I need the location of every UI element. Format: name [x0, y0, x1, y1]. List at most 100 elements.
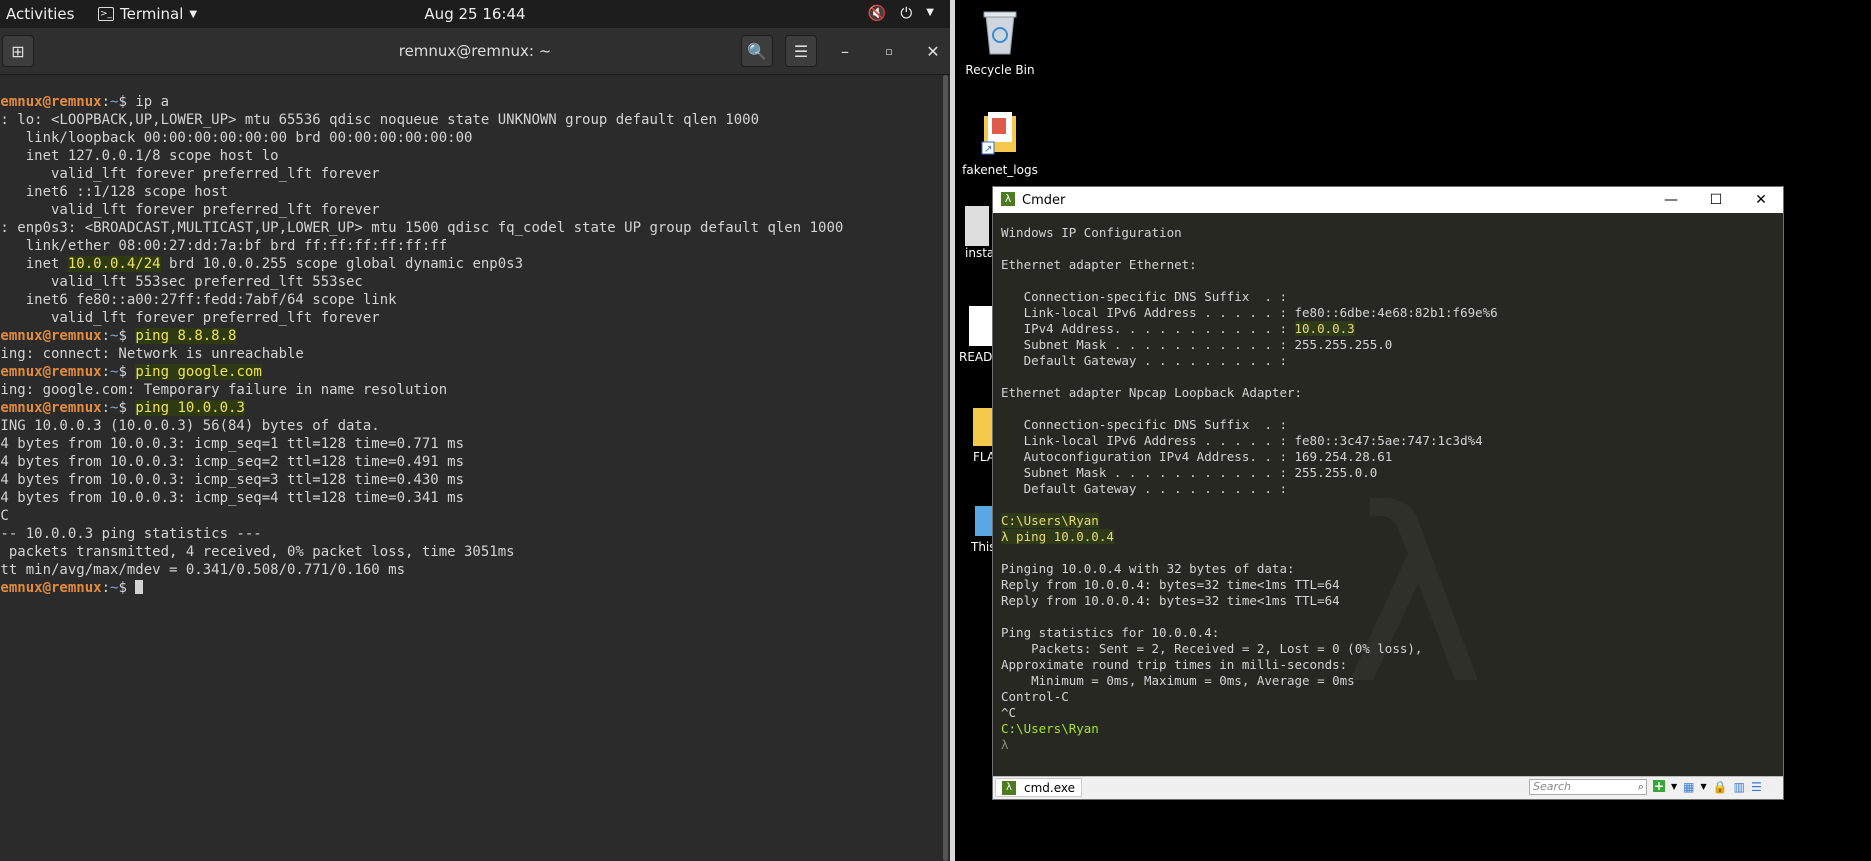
console-line: Autoconfiguration IPv4 Address. . : 169.…: [1001, 449, 1393, 464]
console-line: Pinging 10.0.0.4 with 32 bytes of data:: [1001, 561, 1295, 576]
cmder-maximize-button[interactable]: ☐: [1696, 189, 1736, 211]
shell-prompt: remnux@remnux: [0, 580, 102, 596]
console-line: Packets: Sent = 2, Received = 2, Lost = …: [1001, 641, 1423, 656]
console-line: Minimum = 0ms, Maximum = 0ms, Average = …: [1001, 673, 1355, 688]
close-icon: ✕: [926, 41, 940, 61]
cmder-tab[interactable]: λ cmd.exe: [995, 778, 1083, 797]
console-path: C:\Users\Ryan: [1001, 721, 1099, 736]
gnome-terminal-pane: Activities >_ Terminal ▼ Aug 25 16:44 🔇 …: [0, 0, 950, 861]
console-line: Subnet Mask . . . . . . . . . . . : 255.…: [1001, 465, 1378, 480]
shell-prompt: remnux@remnux: [0, 400, 102, 416]
maximize-button[interactable]: ▫: [873, 35, 905, 67]
console-path: C:\Users\Ryan: [1001, 513, 1099, 528]
terminal-line: PING 10.0.0.3 (10.0.0.3) 56(84) bytes of…: [0, 418, 380, 434]
terminal-output[interactable]: remnux@remnux:~$ ip a 1: lo: <LOOPBACK,UP…: [0, 75, 940, 861]
svg-text:↗: ↗: [984, 144, 992, 155]
chevron-down-icon[interactable]: ▼: [926, 4, 934, 22]
terminal-title-bar: ⊞ remnux@remnux: ~ 🔍 ☰ – ▫ ✕: [0, 28, 950, 75]
terminal-line: ^C: [0, 508, 9, 524]
new-tab-button[interactable]: ⊞: [2, 35, 34, 67]
text-file-icon: [969, 306, 993, 346]
search-icon: ⌕: [1637, 780, 1644, 793]
chevron-down-icon[interactable]: ▼: [1701, 780, 1707, 794]
console-line: Reply from 10.0.0.4: bytes=32 time<1ms T…: [1001, 577, 1340, 592]
terminal-line: link/loopback 00:00:00:00:00:00 brd 00:0…: [0, 130, 473, 146]
terminal-app-menu-label: Terminal: [120, 5, 184, 23]
search-button[interactable]: 🔍: [741, 35, 773, 67]
cmder-window: λ Cmder — ☐ ✕ λ Windows IP Configuration…: [992, 186, 1784, 800]
cmder-lambda-icon: λ: [1001, 192, 1015, 206]
system-tray[interactable]: 🔇 ⏻ ▼: [868, 4, 934, 22]
console-text: IPv4 Address. . . . . . . . . . . :: [1001, 321, 1295, 336]
cmder-tab-lambda-icon: λ: [1002, 780, 1016, 795]
console-line: Subnet Mask . . . . . . . . . . . : 255.…: [1001, 337, 1393, 352]
console-line: IPv4 Address. . . . . . . . . . . : 10.0…: [1001, 321, 1498, 337]
highlighted-ip: 10.0.0.4/24: [67, 256, 161, 272]
file-icon: [965, 206, 989, 246]
maximize-icon: ☐: [1709, 192, 1723, 208]
cmder-close-button[interactable]: ✕: [1741, 189, 1781, 211]
minimize-icon: —: [1664, 192, 1678, 208]
console-line: Windows IP Configuration: [1001, 225, 1182, 240]
activities-button[interactable]: Activities: [6, 5, 74, 23]
terminal-line: valid_lft forever preferred_lft forever: [0, 166, 380, 182]
terminal-line: 64 bytes from 10.0.0.3: icmp_seq=4 ttl=1…: [0, 490, 465, 506]
console-line: Reply from 10.0.0.4: bytes=32 time<1ms T…: [1001, 593, 1340, 608]
split-view-icon[interactable]: ▦: [1683, 780, 1694, 794]
console-line: Link-local IPv6 Address . . . . . : fe80…: [1001, 433, 1483, 448]
lock-icon[interactable]: 🔒: [1713, 780, 1728, 794]
console-command: λ ping 10.0.0.4: [1001, 529, 1114, 544]
panel-view-icon[interactable]: ▥: [1734, 780, 1745, 794]
terminal-line: 64 bytes from 10.0.0.3: icmp_seq=2 ttl=1…: [0, 454, 465, 470]
close-icon: ✕: [1755, 192, 1767, 208]
shell-prompt: remnux@remnux: [0, 94, 102, 110]
close-button[interactable]: ✕: [917, 35, 949, 67]
console-line: Approximate round trip times in milli-se…: [1001, 657, 1348, 672]
desktop-icon-fakenet-logs[interactable]: ↗ fakenet_logs: [955, 108, 1045, 177]
terminal-text: inet: [25, 256, 60, 272]
desktop-icon-recycle-bin[interactable]: Recycle Bin: [960, 8, 1040, 77]
console-line: Ping statistics for 10.0.0.4:: [1001, 625, 1220, 640]
cmder-search-input[interactable]: Search ⌕: [1529, 779, 1647, 795]
shell-prompt: remnux@remnux: [0, 364, 102, 380]
terminal-line: valid_lft 553sec preferred_lft 553sec: [0, 274, 363, 290]
console-prompt: λ: [1001, 737, 1009, 752]
desktop-icon-label: Recycle Bin: [965, 63, 1035, 77]
console-line: λ ping 10.0.0.4: [1001, 529, 1498, 545]
minimize-button[interactable]: –: [829, 35, 861, 67]
cmder-console-output[interactable]: Windows IP Configuration Ethernet adapte…: [1001, 225, 1498, 753]
terminal-line: 64 bytes from 10.0.0.3: icmp_seq=3 ttl=1…: [0, 472, 465, 488]
volume-muted-icon[interactable]: 🔇: [868, 4, 887, 22]
menu-button[interactable]: ☰: [785, 35, 817, 67]
terminal-line: remnux@remnux:~$ ip a: [0, 93, 843, 111]
terminal-scrollbar[interactable]: [941, 75, 950, 861]
chevron-down-icon[interactable]: ▼: [1671, 780, 1677, 794]
terminal-line: remnux@remnux:~$ ping google.com: [0, 363, 843, 381]
add-console-icon[interactable]: +: [1653, 780, 1665, 792]
chevron-down-icon: ▼: [189, 8, 198, 20]
hamburger-menu-icon[interactable]: ☰: [1751, 780, 1762, 794]
search-icon: 🔍: [747, 41, 767, 61]
command-text: ip a: [135, 94, 170, 110]
new-tab-icon: ⊞: [11, 41, 25, 61]
search-placeholder: Search: [1533, 780, 1572, 793]
console-line: Control-C: [1001, 689, 1069, 704]
terminal-line: link/ether 08:00:27:dd:7a:bf brd ff:ff:f…: [0, 238, 448, 254]
cmder-title-bar[interactable]: λ Cmder — ☐ ✕: [993, 187, 1783, 213]
terminal-line: remnux@remnux:~$: [0, 579, 843, 597]
command-text: ping 8.8.8.8: [135, 328, 237, 344]
terminal-line: valid_lft forever preferred_lft forever: [0, 310, 380, 326]
power-icon[interactable]: ⏻: [900, 4, 912, 22]
scrollbar-thumb[interactable]: [943, 75, 948, 861]
highlighted-ip: 10.0.0.3: [1294, 321, 1355, 336]
terminal-line: inet6 ::1/128 scope host: [0, 184, 229, 200]
recycle-bin-icon: [983, 11, 1017, 55]
terminal-line: inet 127.0.0.1/8 scope host lo: [0, 148, 279, 164]
console-line: Ethernet adapter Ethernet:: [1001, 257, 1197, 272]
console-line: Connection-specific DNS Suffix . :: [1001, 289, 1287, 304]
terminal-line: --- 10.0.0.3 ping statistics ---: [0, 526, 262, 542]
cmder-minimize-button[interactable]: —: [1651, 189, 1691, 211]
folder-icon: [973, 408, 993, 446]
terminal-line: 1: lo: <LOOPBACK,UP,LOWER_UP> mtu 65536 …: [0, 112, 760, 128]
terminal-app-menu[interactable]: >_ Terminal ▼: [98, 5, 197, 23]
